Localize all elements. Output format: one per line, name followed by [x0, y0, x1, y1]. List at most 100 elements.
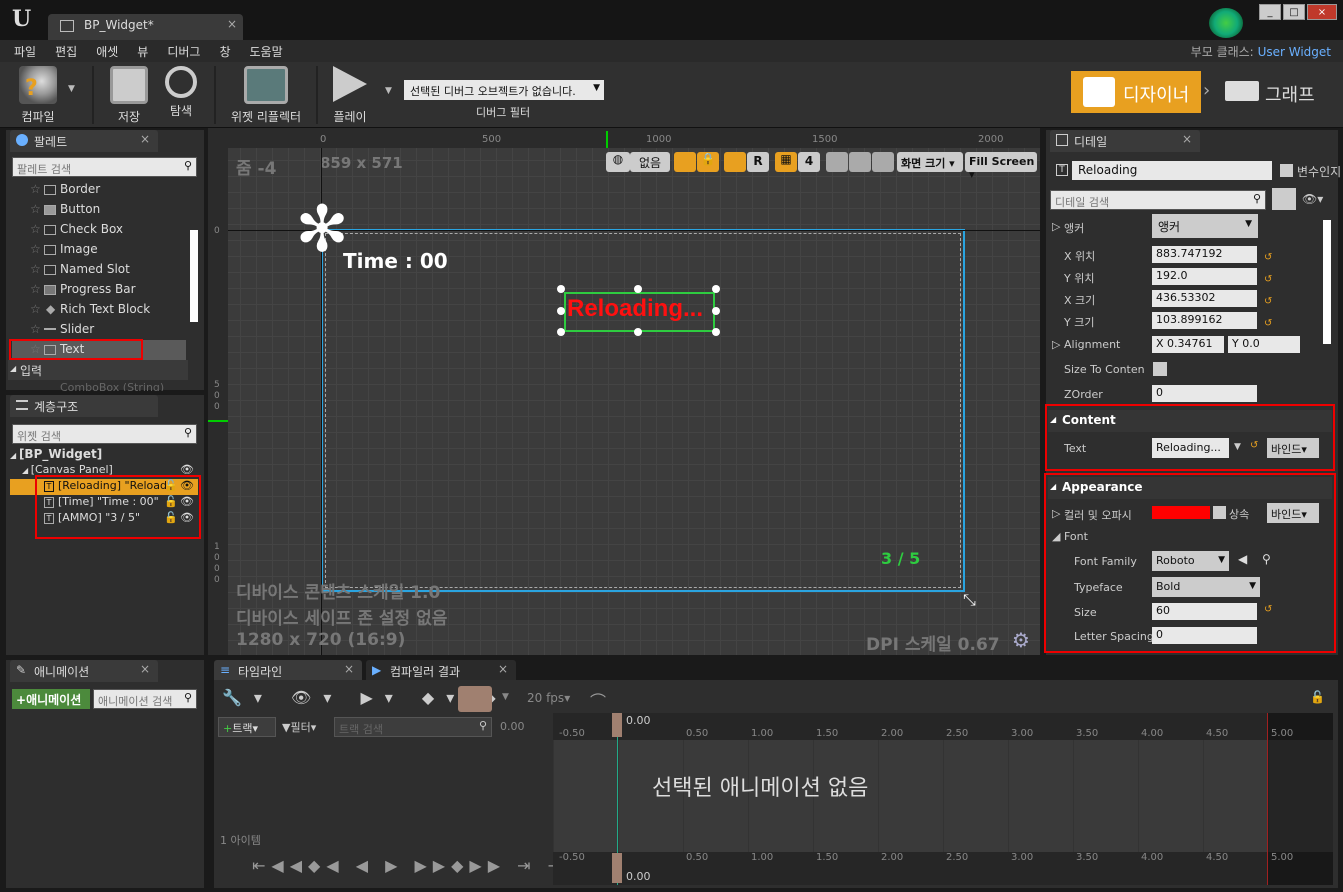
compile-button[interactable]: ? 컴파일: [8, 66, 68, 125]
track-search-input[interactable]: 트랙 검색 ⚲: [334, 717, 492, 737]
magnet-icon[interactable]: [458, 686, 492, 712]
anchor-dropdown[interactable]: 앵커 ▼: [1152, 214, 1258, 238]
palette-item-slider[interactable]: ☆ Slider: [12, 320, 182, 340]
animations-tab[interactable]: ✎ 애니메이션 ×: [10, 660, 158, 682]
lock-icon[interactable]: 🔒: [697, 152, 719, 172]
lock-icon[interactable]: 🔓: [1310, 690, 1325, 704]
color-bind-button[interactable]: 바인드▾: [1267, 503, 1319, 523]
resize-handle[interactable]: [634, 285, 642, 293]
source-control-icon[interactable]: [1209, 8, 1243, 38]
screen-size-select[interactable]: 화면 크기 ▾: [897, 152, 963, 172]
mountain-icon[interactable]: [872, 152, 894, 172]
size-to-content-checkbox[interactable]: [1153, 362, 1167, 376]
menu-asset[interactable]: 애셋: [96, 43, 118, 60]
palette-item-combobox[interactable]: ComboBox (String): [60, 381, 164, 391]
menu-help[interactable]: 도움말: [250, 43, 283, 60]
save-button[interactable]: 저장: [104, 66, 154, 125]
details-scrollbar[interactable]: [1323, 220, 1331, 344]
letter-spacing-field[interactable]: 0: [1152, 627, 1257, 644]
image-icon[interactable]: [849, 152, 871, 172]
palette-item-checkbox[interactable]: ☆ Check Box: [12, 220, 182, 240]
hierarchy-row-reloading[interactable]: T [Reloading] "Reload 🔓 👁: [10, 479, 198, 495]
details-search-input[interactable]: 디테일 검색 ⚲: [1050, 190, 1266, 210]
property-matrix-icon[interactable]: [1272, 188, 1296, 210]
reset-arrow-icon[interactable]: ↺: [1264, 604, 1272, 615]
resize-handle[interactable]: [634, 328, 642, 336]
eye-icon[interactable]: 👁: [180, 463, 194, 476]
timeline-tab[interactable]: ≡ 타임라인 ×: [214, 660, 362, 682]
playhead-handle[interactable]: [612, 713, 622, 737]
play-dropdown-icon[interactable]: ▼: [385, 86, 392, 96]
reset-arrow-icon[interactable]: ↺: [1250, 440, 1258, 451]
hierarchy-tab[interactable]: 계층구조: [10, 395, 158, 417]
resize-arrow-icon[interactable]: ⤡: [963, 590, 976, 610]
palette-item-rich-text[interactable]: ☆ ◆ Rich Text Block: [12, 300, 182, 320]
compiler-results-tab[interactable]: ▶ 컴파일러 결과 ×: [366, 660, 516, 682]
widget-name-field[interactable]: Reloading: [1072, 161, 1272, 180]
document-tab[interactable]: BP_Widget* ×: [48, 14, 243, 40]
graph-mode-button[interactable]: 그래프: [1221, 71, 1331, 113]
lock-icon[interactable]: 🔓: [164, 495, 178, 508]
r-toggle-button[interactable]: R: [747, 152, 769, 172]
browse-magnifier-icon[interactable]: ⚲: [1262, 552, 1271, 566]
zorder-field[interactable]: 0: [1152, 385, 1257, 402]
text-bind-button[interactable]: 바인드▾: [1267, 438, 1319, 458]
resize-handle[interactable]: [557, 328, 565, 336]
fill-screen-select[interactable]: Fill Screen ▾: [965, 152, 1037, 181]
close-tab-icon[interactable]: ×: [227, 17, 237, 31]
resize-icon[interactable]: [826, 152, 848, 172]
palette-item-text[interactable]: ☆ Text: [12, 340, 186, 360]
outline-icon[interactable]: [674, 152, 696, 172]
filter-button[interactable]: ▼필터▾: [282, 719, 316, 735]
typeface-dropdown[interactable]: Bold ▼: [1152, 577, 1260, 597]
respect-lock-icon[interactable]: [724, 152, 746, 172]
eye-icon[interactable]: 👁: [180, 511, 194, 524]
palette-item-image[interactable]: ☆ Image: [12, 240, 182, 260]
lock-icon[interactable]: 🔓: [164, 511, 178, 524]
resize-handle[interactable]: [557, 307, 565, 315]
palette-scrollbar[interactable]: [190, 230, 198, 322]
font-family-dropdown[interactable]: Roboto ▼: [1152, 551, 1229, 571]
ammo-text-widget[interactable]: 3 / 5: [881, 549, 920, 568]
animation-search-input[interactable]: 애니메이션 검색 ⚲: [93, 689, 197, 709]
palette-tab[interactable]: 팔레트 ×: [10, 130, 158, 152]
palette-item-button[interactable]: ☆ Button: [12, 200, 182, 220]
menu-edit[interactable]: 편집: [55, 43, 77, 60]
eye-icon[interactable]: 👁▾: [1302, 192, 1323, 206]
palette-section-input[interactable]: ◢ 입력: [8, 360, 188, 380]
appearance-section-header[interactable]: ◢ Appearance: [1048, 477, 1332, 499]
minimize-button[interactable]: _: [1259, 4, 1281, 20]
alignment-y-field[interactable]: Y 0.0: [1228, 336, 1300, 353]
x-pos-field[interactable]: 883.747192: [1152, 246, 1257, 263]
chevron-down-icon[interactable]: ▼: [502, 692, 509, 702]
menu-file[interactable]: 파일: [14, 43, 36, 60]
hierarchy-row-time[interactable]: T [Time] "Time : 00" 🔓 👁: [42, 495, 198, 511]
resize-handle[interactable]: [557, 285, 565, 293]
time-text-widget[interactable]: Time : 00: [343, 249, 448, 273]
chevron-down-icon[interactable]: ▼: [1234, 442, 1241, 452]
fps-select[interactable]: 20 fps▾: [527, 691, 570, 705]
is-variable-checkbox[interactable]: [1280, 164, 1293, 177]
widget-reflector-button[interactable]: 위젯 리플렉터: [224, 66, 308, 125]
close-button[interactable]: ×: [1307, 4, 1337, 20]
eye-icon[interactable]: 👁: [180, 479, 194, 492]
debug-filter-select[interactable]: 선택된 디버그 오브젝트가 없습니다. ▼: [404, 80, 604, 100]
x-size-field[interactable]: 436.53302: [1152, 290, 1257, 307]
compile-dropdown-icon[interactable]: ▼: [68, 84, 75, 94]
play-button[interactable]: 플레이: [322, 66, 378, 125]
palette-item-border[interactable]: ☆ Border: [12, 180, 182, 200]
arrow-left-icon[interactable]: ◀: [1238, 552, 1247, 566]
alignment-x-field[interactable]: X 0.34761: [1152, 336, 1224, 353]
playhead-handle-bottom[interactable]: [612, 853, 622, 883]
palette-item-progress-bar[interactable]: ☆ Progress Bar: [12, 280, 182, 300]
menu-debug[interactable]: 디버그: [167, 43, 200, 60]
globe-icon[interactable]: ◍: [606, 152, 630, 172]
menu-view[interactable]: 뷰: [137, 43, 148, 60]
grid-snap-value[interactable]: 4: [798, 152, 820, 172]
designer-mode-button[interactable]: 디자이너: [1071, 71, 1201, 113]
palette-item-named-slot[interactable]: ☆ Named Slot: [12, 260, 182, 280]
end-marker[interactable]: [1267, 713, 1268, 885]
add-track-button[interactable]: +트랙▾: [218, 717, 276, 737]
culture-none-button[interactable]: 없음: [630, 152, 670, 172]
y-pos-field[interactable]: 192.0: [1152, 268, 1257, 285]
